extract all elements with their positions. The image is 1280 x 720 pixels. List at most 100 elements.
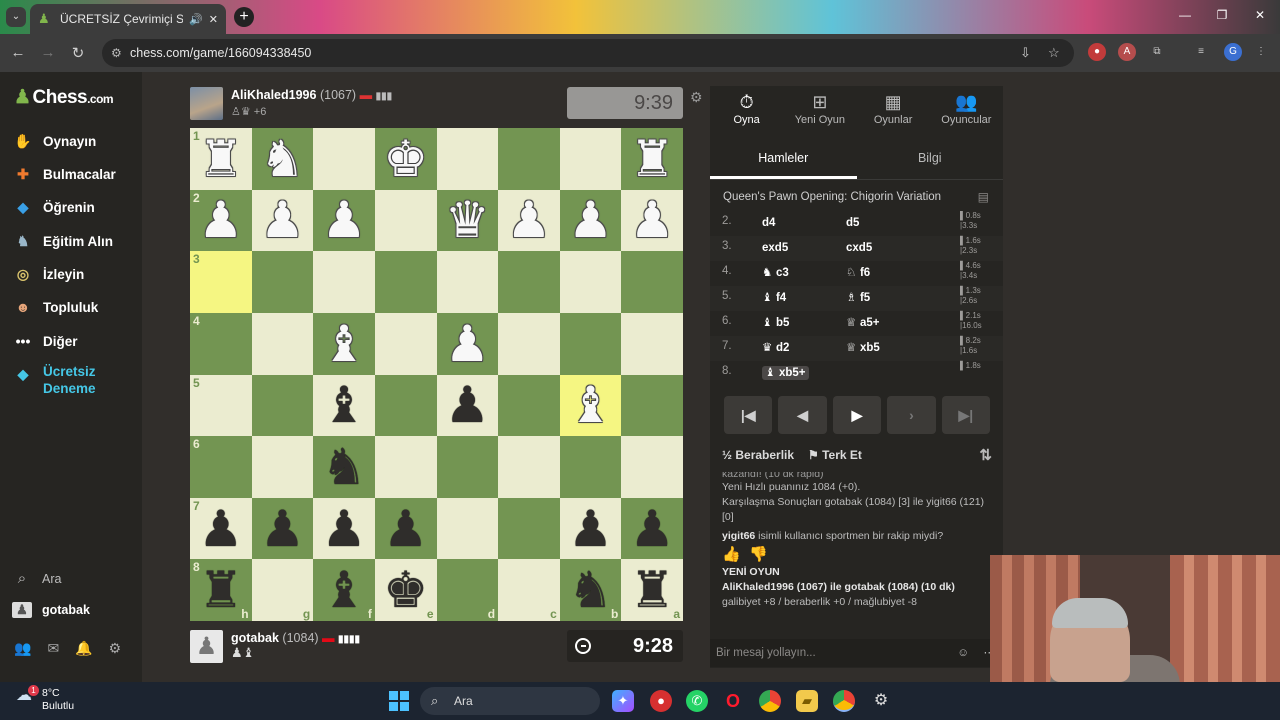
board-square[interactable]: ♛ xyxy=(436,189,499,252)
black-pawn-piece[interactable]: ♟ xyxy=(383,504,428,554)
flip-board-icon[interactable]: ⇅ xyxy=(979,446,992,464)
board-square[interactable]: ♜ 8 h xyxy=(190,559,252,621)
subtab-moves[interactable]: Hamleler xyxy=(710,142,857,179)
speaker-icon[interactable]: 🔊 xyxy=(189,13,203,26)
reload-icon[interactable]: ↻ xyxy=(68,44,88,62)
white-move[interactable]: ♝ f4 xyxy=(762,290,786,304)
board-square[interactable]: ♜ a xyxy=(621,559,683,621)
board-square[interactable]: d xyxy=(436,559,499,621)
browser-tab-active[interactable]: ♟ ÜCRETSİZ Çevrimiçi Satranç 🔊 ✕ xyxy=(30,4,226,34)
messages-icon[interactable]: ✉ xyxy=(47,640,59,657)
whatsapp-icon[interactable]: ✆ xyxy=(686,690,708,712)
board-square[interactable]: ♟ xyxy=(621,189,683,252)
tab-players[interactable]: 👥 Oyuncular xyxy=(930,86,1003,134)
reading-list-icon[interactable]: ≡ xyxy=(1192,43,1210,61)
board-square[interactable] xyxy=(251,374,314,437)
board-square[interactable] xyxy=(621,436,683,498)
sidebar-item-coach[interactable]: ♞ Eğitim Alın xyxy=(12,230,113,252)
windows-start-icon[interactable] xyxy=(389,691,409,711)
play-moves-button[interactable]: ▶ xyxy=(832,396,882,434)
new-tab-button[interactable]: + xyxy=(234,7,254,27)
tab-new-game[interactable]: ⊞ Yeni Oyun xyxy=(783,86,856,134)
board-square[interactable] xyxy=(559,251,622,313)
board-square[interactable]: ♟ xyxy=(621,497,683,560)
black-rook-piece[interactable]: ♜ xyxy=(630,565,675,615)
extension-icon-2[interactable]: A xyxy=(1118,43,1136,61)
board-square[interactable] xyxy=(559,436,622,498)
copilot-icon[interactable]: ✦ xyxy=(612,690,634,712)
first-move-button[interactable]: |◀ xyxy=(724,396,773,434)
tab-play[interactable]: ⏱ Oyna xyxy=(710,86,783,134)
previous-move-button[interactable]: ◀ xyxy=(778,396,827,434)
black-move[interactable]: ♕ a5+ xyxy=(846,315,879,329)
board-square[interactable]: c xyxy=(498,559,560,621)
white-move[interactable]: exd5 xyxy=(762,240,788,254)
extensions-puzzle-icon[interactable]: ⧉ xyxy=(1148,43,1166,61)
white-queen-piece[interactable]: ♛ xyxy=(445,195,490,245)
black-pawn-piece[interactable]: ♟ xyxy=(445,380,490,430)
chrome-icon[interactable] xyxy=(759,690,781,712)
url-field[interactable]: ⚙ chess.com/game/166094338450 ⇩ ☆ xyxy=(102,39,1074,67)
sidebar-item-community[interactable]: ☻ Topluluk xyxy=(12,296,99,318)
board-square[interactable]: g xyxy=(251,559,314,621)
board-square[interactable]: ♟ xyxy=(251,497,314,560)
board-square[interactable] xyxy=(374,189,437,252)
black-pawn-piece[interactable]: ♟ xyxy=(568,504,613,554)
board-square[interactable]: ♚ xyxy=(374,128,437,190)
white-pawn-piece[interactable]: ♟ xyxy=(568,195,613,245)
tab-search-button[interactable]: ⌄ xyxy=(6,7,26,27)
sidebar-item-learn[interactable]: ◆ Öğrenin xyxy=(12,196,95,218)
board-square[interactable]: ♞ xyxy=(251,128,314,190)
board-square[interactable] xyxy=(621,374,683,437)
thumbs-down-icon[interactable]: 👎 xyxy=(749,546,768,563)
board-square[interactable] xyxy=(498,251,560,313)
black-bishop-piece[interactable]: ♝ xyxy=(322,565,367,615)
board-square[interactable]: ♟ xyxy=(436,312,499,375)
bottom-player-name[interactable]: gotabak (1084) ▬ ▮▮▮▮ xyxy=(231,631,360,645)
top-player-name[interactable]: AliKhaled1996 (1067) ▬ ▮▮▮ xyxy=(231,88,392,102)
board-square[interactable]: ♞ xyxy=(313,436,375,498)
white-move[interactable]: ♝ b5 xyxy=(762,315,789,329)
black-pawn-piece[interactable]: ♟ xyxy=(260,504,305,554)
settings-app-icon[interactable]: ⚙ xyxy=(870,690,892,712)
board-square[interactable] xyxy=(559,128,622,190)
draw-button[interactable]: ½ Beraberlik xyxy=(722,448,794,462)
opera-icon[interactable]: O xyxy=(722,690,744,712)
settings-gear-icon[interactable]: ⚙ xyxy=(109,640,122,657)
board-square[interactable] xyxy=(374,436,437,498)
file-explorer-icon[interactable]: ▰ xyxy=(796,690,818,712)
emoji-icon[interactable]: ☺ xyxy=(957,639,969,667)
board-square[interactable] xyxy=(621,312,683,375)
white-move[interactable]: ♞ c3 xyxy=(762,265,789,279)
board-square[interactable]: 4 xyxy=(190,312,252,375)
white-pawn-piece[interactable]: ♟ xyxy=(260,195,305,245)
sidebar-item-free-trial[interactable]: ◆ Ücretsiz Deneme xyxy=(12,363,96,397)
black-move[interactable]: ♗ f5 xyxy=(846,290,870,304)
black-move[interactable]: ♘ f6 xyxy=(846,265,870,279)
sidebar-item-play[interactable]: ✋ Oynayın xyxy=(12,130,96,152)
board-square[interactable] xyxy=(374,312,437,375)
next-move-button[interactable]: › xyxy=(887,396,936,434)
board-square[interactable]: ♟ xyxy=(436,374,499,437)
move-list[interactable]: 2. d4 d5 ▌0.8s |3.3s 3. exd5 cxd5 ▌1.6s |2.3s 4. ♞ … xyxy=(710,211,1003,381)
board-square[interactable] xyxy=(374,374,437,437)
board-square[interactable] xyxy=(436,128,499,190)
board-square[interactable]: 3 xyxy=(190,251,252,313)
install-icon[interactable]: ⇩ xyxy=(1020,39,1031,67)
weather-widget[interactable]: ☁ 1 8°C Bulutlu xyxy=(16,685,74,713)
white-pawn-piece[interactable]: ♟ xyxy=(445,319,490,369)
board-square[interactable]: ♟ 2 xyxy=(190,189,252,252)
tab-games[interactable]: ▦ Oyunlar xyxy=(857,86,930,134)
board-square[interactable]: ♟ xyxy=(251,189,314,252)
board-square[interactable] xyxy=(498,312,560,375)
board-square[interactable]: ♜ xyxy=(621,128,683,190)
board-square[interactable] xyxy=(251,312,314,375)
black-pawn-piece[interactable]: ♟ xyxy=(322,504,367,554)
board-square[interactable] xyxy=(436,251,499,313)
board-square[interactable]: ♚ e xyxy=(374,559,437,621)
sidebar-item-watch[interactable]: ◎ İzleyin xyxy=(12,263,84,285)
board-square[interactable]: ♟ xyxy=(313,189,375,252)
close-window-icon[interactable]: ✕ xyxy=(1250,8,1270,22)
friends-icon[interactable]: 👥 xyxy=(14,640,31,657)
bottom-player-avatar[interactable]: ♟ xyxy=(190,630,223,663)
